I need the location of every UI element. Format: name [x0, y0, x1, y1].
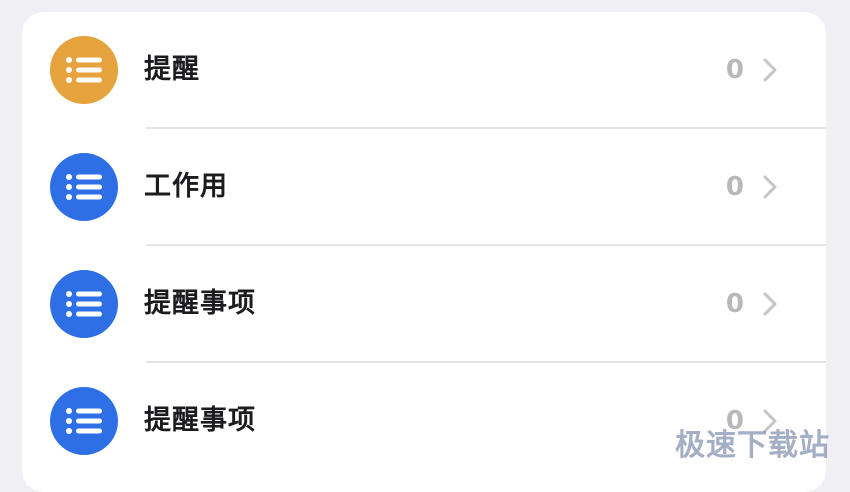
list-bullet-icon: [50, 36, 118, 104]
list-row-reminder-items[interactable]: 提醒事项 0: [22, 246, 826, 363]
list-count: 0: [725, 289, 744, 319]
chevron-right-icon: [763, 175, 777, 199]
list-title: 提醒事项: [144, 405, 256, 436]
list-bullet-icon: [50, 270, 118, 338]
list-bullet-icon: [50, 153, 118, 221]
list-bullet-icon: [50, 387, 118, 455]
list-row-reminders[interactable]: 提醒 0: [22, 12, 826, 129]
chevron-right-icon: [763, 292, 777, 316]
list-count: 0: [725, 172, 744, 202]
watermark-text: 极速下载站: [675, 428, 830, 463]
chevron-right-icon: [763, 58, 777, 82]
list-title: 工作用: [144, 171, 228, 202]
list-title: 提醒事项: [144, 288, 256, 319]
list-title: 提醒: [144, 54, 200, 85]
list-row-work[interactable]: 工作用 0: [22, 129, 826, 246]
list-count: 0: [725, 55, 744, 85]
